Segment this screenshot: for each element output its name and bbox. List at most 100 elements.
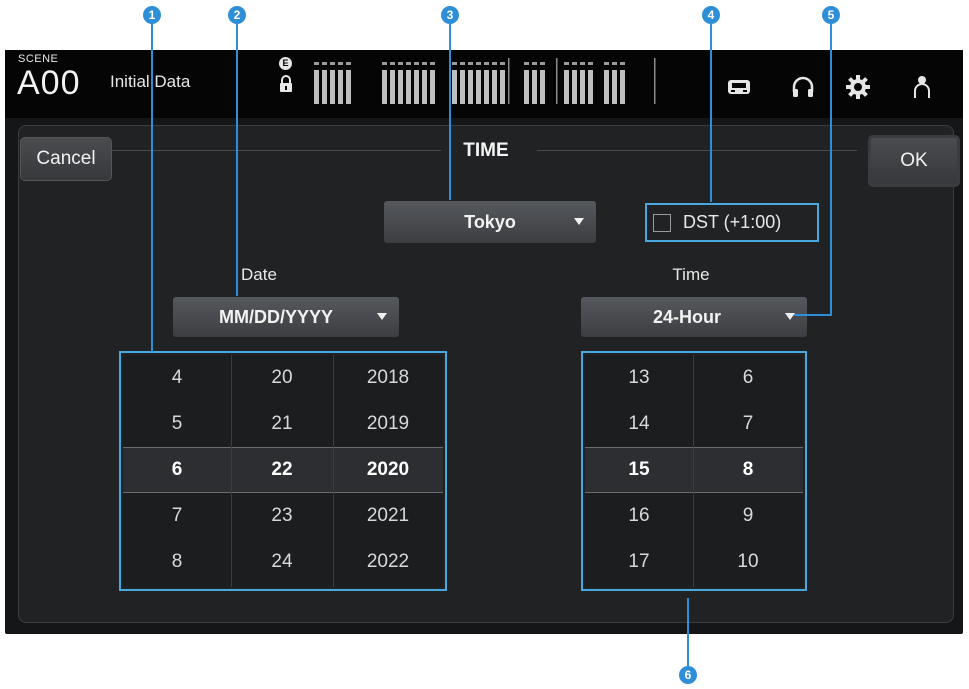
meter-bar [422,70,427,104]
meter-cap [414,62,419,65]
meter-bar [452,70,457,104]
time-format-value: 24-Hour [652,306,721,327]
meter-bar [390,70,395,104]
meter-bar [612,70,617,104]
meter-cap [382,62,387,65]
meter-bar [572,70,577,104]
gear-icon[interactable] [845,74,871,100]
callout-4: 4 [702,6,720,24]
meter-bar [564,70,569,104]
meter-bar [468,70,473,104]
meter-cap [468,62,473,65]
meter-divider [508,58,510,104]
meter-bar [338,70,343,104]
dialog-title: TIME [463,140,509,161]
level-meters [314,58,656,104]
meter-bar [500,70,505,104]
chevron-down-icon [574,218,584,225]
meter-divider [654,58,656,104]
meter-bar [398,70,403,104]
cancel-button[interactable]: Cancel [20,137,112,181]
edit-badge: E [279,57,292,70]
meter-bar [524,70,529,104]
meter-cap [460,62,465,65]
ok-button[interactable]: OK [868,135,960,187]
meter-cap [314,62,319,65]
callout-3: 3 [441,6,459,24]
meter-cap [484,62,489,65]
meter-bar [430,70,435,104]
meter-cap [588,62,593,65]
meter-bar [540,70,545,104]
time-picker-highlight [581,351,807,591]
meter-bar [406,70,411,104]
meter-cap [564,62,569,65]
meter-bar [330,70,335,104]
meter-bar [588,70,593,104]
callout-line-4 [710,24,712,202]
dst-checkbox-area[interactable]: DST (+1:00) [645,203,819,242]
meter-cap [572,62,577,65]
callout-6: 6 [679,666,697,684]
meter-cap [390,62,395,65]
timezone-dropdown[interactable]: Tokyo [384,201,596,243]
meter-cap [524,62,529,65]
meter-cap [620,62,625,65]
meter-bar [322,70,327,104]
time-dialog: TIME Cancel OK Tokyo DST (+1:00) Date MM… [18,125,960,623]
meter-divider [556,58,558,104]
meter-cap [398,62,403,65]
meter-bar [604,70,609,104]
timezone-value: Tokyo [464,211,516,232]
meter-cap [330,62,335,65]
callout-line-2 [236,24,238,296]
meter-bar [476,70,481,104]
meter-cap [612,62,617,65]
meter-cap [476,62,481,65]
meter-cap [452,62,457,65]
date-format-value: MM/DD/YYYY [218,306,333,327]
device-screen: SCENE A00 Initial Data E TIME Cancel OK … [5,50,963,634]
meter-bar [484,70,489,104]
meter-cap [532,62,537,65]
headphones-icon[interactable] [790,74,816,100]
meter-cap [322,62,327,65]
callout-line-3 [449,24,451,200]
meter-bar [492,70,497,104]
callout-line-6 [687,598,689,666]
meter-bar [414,70,419,104]
time-format-dropdown[interactable]: 24-Hour [581,297,807,337]
meter-cap [338,62,343,65]
user-icon[interactable] [909,74,935,100]
callout-line-5-h [794,314,832,316]
date-label: Date [241,265,277,284]
meter-bar [460,70,465,104]
meter-cap [604,62,609,65]
callout-line-1 [151,24,153,352]
date-format-dropdown[interactable]: MM/DD/YYYY [173,297,399,337]
meter-bar [580,70,585,104]
scene-number[interactable]: A00 [17,64,81,103]
callout-line-5 [830,24,832,316]
dst-checkbox[interactable] [653,214,671,232]
meter-bar [532,70,537,104]
meter-cap [346,62,351,65]
chevron-down-icon [377,313,387,320]
meter-cap [500,62,505,65]
meter-bar [314,70,319,104]
date-picker-highlight [119,351,447,591]
meter-cap [492,62,497,65]
meter-cap [422,62,427,65]
callout-1: 1 [143,6,161,24]
recorder-icon[interactable] [726,74,752,100]
lock-icon [280,75,292,92]
callout-2: 2 [228,6,246,24]
time-label: Time [672,265,710,284]
dst-label: DST (+1:00) [683,212,782,232]
meter-cap [580,62,585,65]
meter-cap [540,62,545,65]
meter-cap [406,62,411,65]
meter-bar [346,70,351,104]
callout-5: 5 [822,6,840,24]
meter-cap [430,62,435,65]
